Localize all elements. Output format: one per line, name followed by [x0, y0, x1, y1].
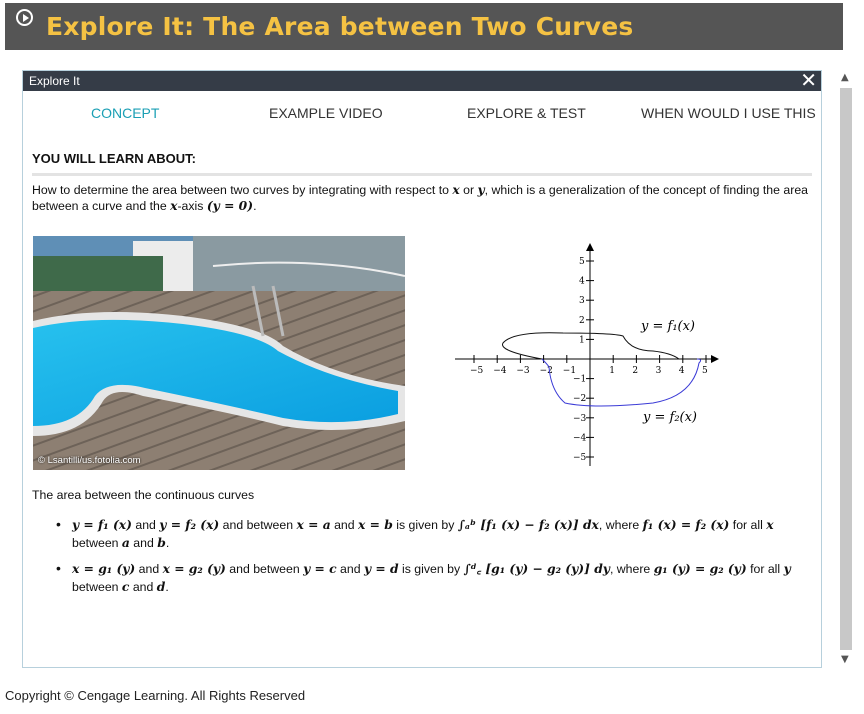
play-circle-icon[interactable] [16, 9, 33, 26]
tab-example-video[interactable]: EXAMPLE VIDEO [269, 105, 383, 121]
scroll-up-icon[interactable]: ▲ [841, 72, 849, 83]
y-tick-label: 4 [579, 277, 585, 287]
title-bar: Explore It: The Area between Two Curves [5, 3, 843, 50]
curve-f1 [502, 332, 680, 360]
y-axis-arrow [586, 243, 594, 251]
panel-title: Explore It [29, 74, 80, 88]
x-tick-label: 4 [679, 366, 685, 376]
y-tick-label: 1 [579, 335, 585, 345]
x-tick-label: 2 [632, 366, 638, 376]
tab-explore-test[interactable]: EXPLORE & TEST [467, 105, 586, 121]
pool-photo: © Lsantilli/us.fotolia.com [33, 236, 405, 470]
x-tick-label: 3 [656, 366, 662, 376]
y-ticks: 1 2 3 4 5 −1 −2 −3 −4 −5 [573, 257, 594, 463]
photo-credit: © Lsantilli/us.fotolia.com [38, 455, 141, 466]
pool-image [33, 236, 405, 470]
x-tick-label: −4 [493, 366, 507, 376]
close-icon[interactable]: ✕ [800, 69, 817, 91]
explore-panel: Explore It ✕ CONCEPT EXAMPLE VIDEO EXPLO… [22, 69, 822, 668]
list-item: y = f₁ (x) and y = f₂ (x) and between x … [32, 516, 822, 552]
curve-f2-label: y = f₂(x) [642, 410, 697, 425]
x-tick-label: 1 [609, 366, 615, 376]
tab-concept[interactable]: CONCEPT [91, 105, 159, 121]
area-intro: The area between the continuous curves [32, 488, 255, 502]
scrollbar-thumb[interactable] [840, 88, 852, 650]
learn-heading: YOU WILL LEARN ABOUT: [32, 151, 196, 166]
page-title: Explore It: The Area between Two Curves [46, 12, 634, 41]
scroll-down-icon[interactable]: ▼ [841, 654, 849, 665]
x-axis-arrow [711, 355, 719, 363]
x-tick-label: −3 [516, 366, 530, 376]
y-tick-label: 5 [579, 257, 585, 267]
y-tick-label: 2 [579, 316, 585, 326]
x-ticks: −5 −4 −3 −2 −1 1 2 3 4 5 [470, 355, 708, 376]
x-tick-label: 5 [702, 366, 708, 376]
list-item: x = g₁ (y) and x = g₂ (y) and between y … [32, 560, 822, 596]
y-tick-label: −4 [573, 433, 587, 443]
vertical-scrollbar[interactable]: ▲ ▼ [838, 70, 854, 670]
copyright: Copyright © Cengage Learning. All Rights… [5, 688, 306, 703]
tab-when-would-i-use-this[interactable]: WHEN WOULD I USE THIS [641, 105, 816, 121]
y-tick-label: −2 [573, 394, 586, 404]
y-tick-label: −3 [573, 414, 587, 424]
curve-f1-label: y = f₁(x) [640, 319, 695, 334]
panel-header: Explore It ✕ [23, 69, 821, 91]
x-tick-label: −2 [540, 366, 553, 376]
y-tick-label: −5 [573, 453, 587, 463]
area-bullets: y = f₁ (x) and y = f₂ (x) and between x … [32, 516, 822, 604]
x-tick-label: −5 [470, 366, 484, 376]
y-tick-label: 3 [579, 296, 585, 306]
y-tick-label: −1 [573, 375, 586, 385]
area-graph: −5 −4 −3 −2 −1 1 2 3 4 5 1 2 3 4 5 −1 −2 −3 −4 −5 y = f₁(x… [455, 243, 719, 466]
divider [32, 173, 812, 176]
intro-text: How to determine the area between two cu… [32, 182, 808, 213]
tab-bar: CONCEPT EXAMPLE VIDEO EXPLORE & TEST WHE… [23, 105, 821, 125]
